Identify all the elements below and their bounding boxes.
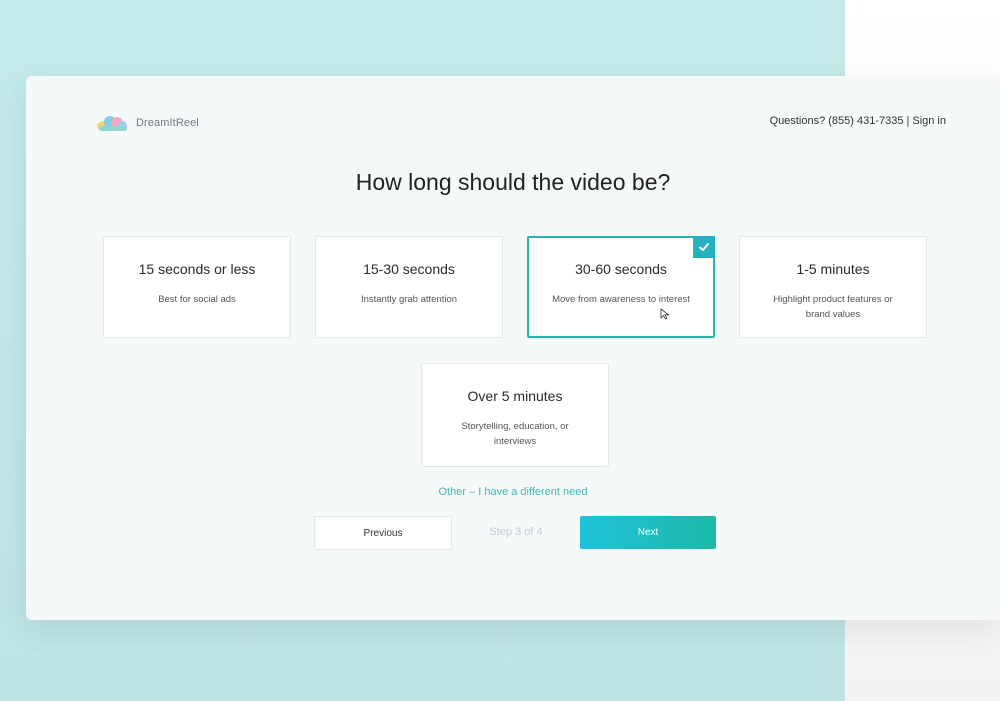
header-separator: |: [906, 115, 910, 127]
option-title: Over 5 minutes: [467, 388, 563, 404]
option-over-5-minutes[interactable]: Over 5 minutes Storytelling, education, …: [421, 363, 609, 467]
option-15-30-seconds[interactable]: 15-30 seconds Instantly grab attention: [315, 236, 503, 338]
option-30-60-seconds[interactable]: 30-60 seconds Move from awareness to int…: [527, 236, 715, 338]
other-need-link[interactable]: Other – I have a different need: [26, 486, 1000, 498]
option-1-5-minutes[interactable]: 1-5 minutes Highlight product features o…: [739, 236, 927, 338]
option-title: 15 seconds or less: [138, 261, 256, 277]
option-description: Instantly grab attention: [360, 294, 458, 305]
option-description: Best for social ads: [158, 294, 236, 305]
option-title: 15-30 seconds: [363, 261, 455, 277]
checkmark-icon: [699, 243, 709, 251]
brand-logo[interactable]: DreamItReel: [96, 114, 199, 132]
option-description: Highlight product features or brand valu…: [773, 294, 893, 320]
selected-badge: [693, 236, 715, 258]
cursor-icon: [660, 308, 670, 320]
wizard-card: DreamItReel Questions? (855) 431-7335 | …: [26, 76, 1000, 620]
brand-name: DreamItReel: [136, 117, 199, 129]
page-title: How long should the video be?: [355, 169, 671, 195]
previous-button[interactable]: Previous: [314, 516, 452, 550]
next-button[interactable]: Next: [580, 516, 716, 549]
contact-phone: Questions? (855) 431-7335: [769, 115, 904, 127]
option-15-seconds-or-less[interactable]: 15 seconds or less Best for social ads: [103, 236, 291, 338]
option-title: 30-60 seconds: [575, 261, 667, 277]
header-contact: Questions? (855) 431-7335 | Sign in: [770, 115, 946, 127]
cloud-logo-icon: [97, 116, 127, 131]
option-description: Storytelling, education, or interviews: [461, 421, 569, 447]
option-title: 1-5 minutes: [796, 261, 870, 277]
step-indicator: Step 3 of 4: [489, 526, 543, 538]
option-description: Move from awareness to interest: [552, 294, 690, 305]
sign-in-link[interactable]: Sign in: [912, 115, 946, 127]
